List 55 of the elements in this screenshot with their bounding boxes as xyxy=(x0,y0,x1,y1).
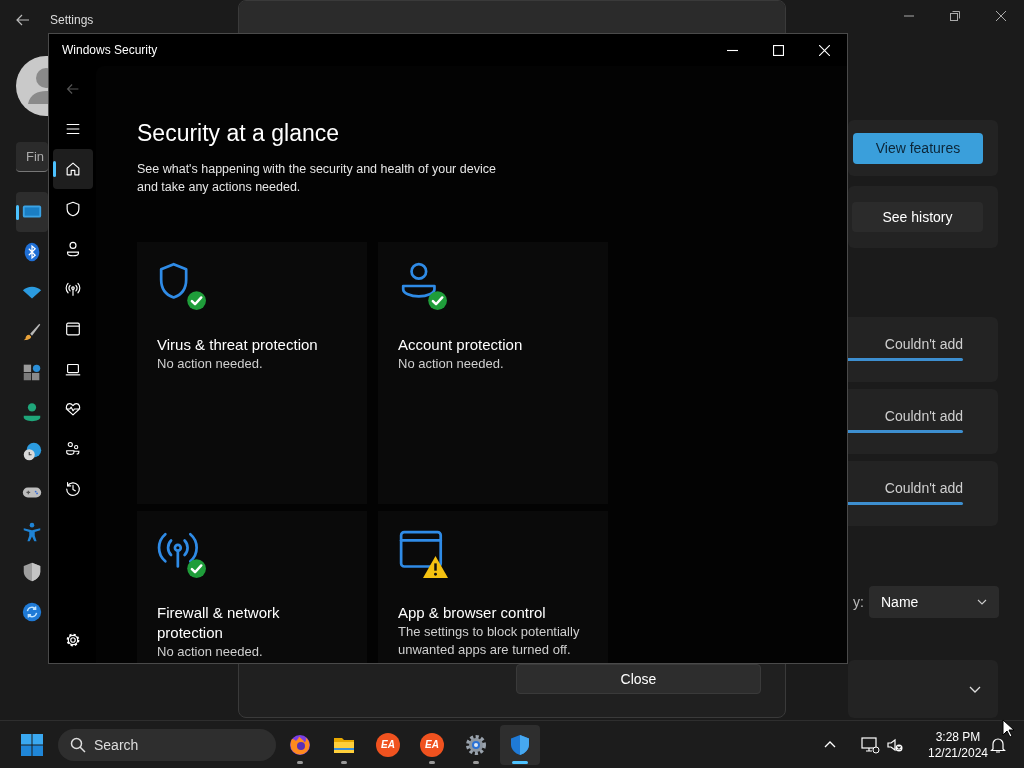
see-history-button[interactable]: See history xyxy=(852,202,983,232)
window-title: Windows Security xyxy=(62,43,158,57)
taskbar-app[interactable]: EA xyxy=(368,724,408,765)
card-title: Firewall & network protection xyxy=(157,603,281,643)
card-title: Virus & threat protection xyxy=(157,335,319,355)
status-card[interactable]: App & browser control The settings to block potentially unwanted apps are turned off. xyxy=(378,511,608,663)
shield-icon xyxy=(508,732,532,757)
view-features-button[interactable]: View features xyxy=(853,132,983,164)
status-text: Couldn't add xyxy=(884,480,963,496)
ea-logo-icon: EA xyxy=(420,732,444,757)
start-button[interactable] xyxy=(20,732,44,757)
person-icon xyxy=(21,401,43,423)
card-title: Account protection xyxy=(398,335,524,355)
status-text: Couldn't add xyxy=(884,408,963,424)
card-title: App & browser control xyxy=(398,603,547,623)
taskbar-app[interactable]: EA xyxy=(412,724,452,765)
card-status: No action needed. xyxy=(157,355,264,373)
sort-dropdown[interactable]: Name xyxy=(869,586,999,618)
page-description: See what's happening with the security and health of your device and take any actions needed. xyxy=(137,161,497,196)
taskbar-search[interactable]: Search xyxy=(58,728,276,761)
taskbar-app[interactable] xyxy=(500,724,540,765)
notification-bell-icon[interactable] xyxy=(989,735,1007,754)
close-icon[interactable] xyxy=(996,11,1006,21)
close-dialog-button[interactable]: Close xyxy=(516,664,761,694)
chevron-down-icon xyxy=(977,597,987,607)
status-card[interactable]: Virus & threat protection No action needed. xyxy=(137,242,367,504)
date-text: 12/21/2024 xyxy=(927,744,989,761)
ea-logo-icon: EA xyxy=(376,732,400,757)
status-text: Couldn't add xyxy=(884,336,963,352)
window-title: Settings xyxy=(50,13,94,27)
card-status: The settings to block potentially unwanted apps are turned off. xyxy=(398,623,581,659)
sort-label: y: xyxy=(853,594,864,610)
search-field[interactable]: Fin xyxy=(16,142,48,172)
search-icon xyxy=(70,736,86,753)
status-card[interactable]: Firewall & network protection No action needed. xyxy=(137,511,367,663)
back-arrow-icon[interactable] xyxy=(16,13,30,27)
shield-icon xyxy=(21,561,43,583)
accessibility-icon xyxy=(21,521,43,543)
sidebar-item[interactable] xyxy=(16,192,48,232)
firefox-icon xyxy=(288,732,312,757)
page-heading: Security at a glance xyxy=(137,119,340,148)
clock-icon xyxy=(21,441,43,463)
gear-icon xyxy=(464,732,488,757)
time-text: 3:28 PM xyxy=(935,728,981,745)
clock[interactable]: 3:28 PM 12/21/2024 xyxy=(927,728,989,761)
maximize-icon[interactable] xyxy=(772,44,784,56)
restore-icon[interactable] xyxy=(950,11,960,21)
home-nav-item[interactable] xyxy=(52,149,93,189)
card-status: No action needed. xyxy=(398,355,505,373)
update-icon xyxy=(21,601,43,623)
card-status: No action needed. xyxy=(157,643,264,661)
status-card[interactable]: Account protection No action needed. xyxy=(378,242,608,504)
brush-icon xyxy=(21,321,43,343)
network-icon[interactable] xyxy=(860,734,880,755)
mouse-pointer-icon xyxy=(1002,719,1014,738)
